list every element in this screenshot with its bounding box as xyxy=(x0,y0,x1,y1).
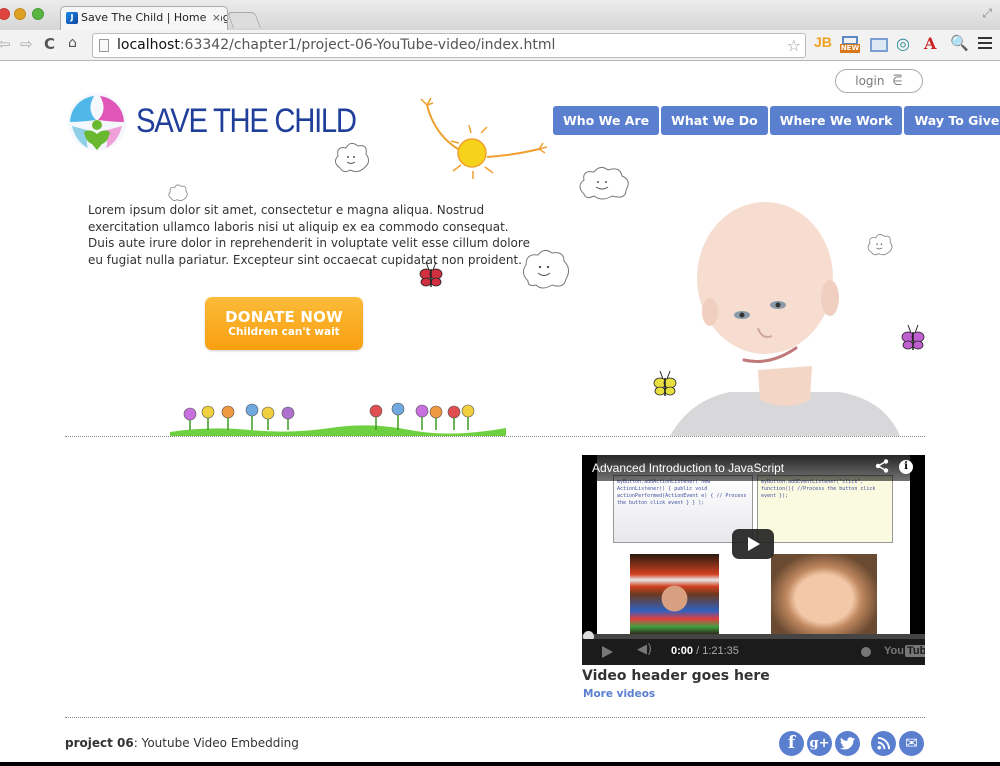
current-time: 0:00 xyxy=(671,645,694,657)
browser-tab[interactable]: J Save The Child | Home Pag × xyxy=(60,6,228,30)
login-icon: ⋶ xyxy=(892,74,903,88)
hamburger-menu-icon[interactable] xyxy=(978,37,992,52)
fullscreen-icon[interactable]: ⤢ xyxy=(982,6,992,21)
watch-later-icon[interactable] xyxy=(861,647,871,657)
video-controls: ◀) 0:00 / 1:21:35 YouTube xyxy=(582,639,925,665)
info-icon[interactable]: i xyxy=(899,460,913,474)
video-header: Video header goes here xyxy=(582,668,770,684)
minimize-window-button[interactable] xyxy=(14,8,26,20)
youtube-logo[interactable]: YouTube xyxy=(884,645,925,657)
cloud-drawing-icon xyxy=(168,184,188,201)
facebook-icon[interactable]: f xyxy=(779,731,804,756)
play-icon[interactable] xyxy=(602,646,613,658)
new-badge: NEW xyxy=(840,44,860,53)
forward-icon[interactable]: ⇨ xyxy=(20,35,33,53)
flowers-grass-drawing-icon xyxy=(170,402,506,436)
logo[interactable]: SAVE THE CHILD xyxy=(66,92,357,152)
logo-text: SAVE THE CHILD xyxy=(136,102,357,140)
volume-icon[interactable]: ◀) xyxy=(637,642,652,657)
intro-paragraph: Lorem ipsum dolor sit amet, consectetur … xyxy=(88,203,530,267)
web-page: SAVE THE CHILD login ⋶ Who We Are What W… xyxy=(0,62,1000,766)
cloud-drawing-icon xyxy=(334,142,370,173)
donate-sub-label: Children can't wait xyxy=(228,326,340,338)
login-button[interactable]: login ⋶ xyxy=(835,69,923,93)
email-icon[interactable]: ✉ xyxy=(899,731,924,756)
butterfly-purple-icon xyxy=(901,324,925,350)
url-path: :63342/chapter1/project-06-YouTube-video… xyxy=(179,37,556,53)
reload-icon[interactable]: C xyxy=(44,35,55,53)
nav-who-we-are[interactable]: Who We Are xyxy=(553,106,660,135)
url-host: localhost xyxy=(117,37,180,53)
main-nav: Who We Are What We Do Where We Work Way … xyxy=(553,106,1000,135)
zoom-window-button[interactable] xyxy=(32,8,44,20)
page-icon xyxy=(99,39,109,52)
youtube-you: You xyxy=(884,645,904,657)
video-thumbnail-child-hat xyxy=(630,554,719,635)
search-extension-icon[interactable]: 🔍 xyxy=(950,34,969,52)
picture-extension-icon[interactable] xyxy=(870,38,888,52)
acrobat-extension-icon[interactable]: A xyxy=(924,34,936,53)
play-button-large[interactable] xyxy=(732,529,774,559)
youtube-tube: Tube xyxy=(904,645,925,657)
nav-way-to-give[interactable]: Way To Give xyxy=(904,106,1000,135)
browser-toolbar: ⇦ ⇨ C ⌂ localhost:63342/chapter1/project… xyxy=(0,30,1000,61)
sun-drawing-icon xyxy=(420,97,548,179)
video-title-bar: Advanced Introduction to JavaScript i xyxy=(582,455,925,481)
project-description: : Youtube Video Embedding xyxy=(133,736,299,750)
duration: / 1:21:35 xyxy=(696,645,739,657)
donate-main-label: DONATE NOW xyxy=(225,308,343,326)
back-icon[interactable]: ⇦ xyxy=(0,35,11,53)
wave-extension-icon[interactable]: ◎ xyxy=(896,34,910,53)
footer-project-text: project 06: Youtube Video Embedding xyxy=(65,736,299,750)
favicon-icon: J xyxy=(66,12,78,24)
video-thumbnail-baby xyxy=(771,554,877,635)
nav-what-we-do[interactable]: What We Do xyxy=(661,106,768,135)
tab-close-icon[interactable]: × xyxy=(208,7,221,29)
rss-icon[interactable] xyxy=(871,731,896,756)
youtube-video-player[interactable]: myButton.addActionListener( new ActionLi… xyxy=(582,455,925,665)
new-extension-icon[interactable]: NEW xyxy=(840,34,860,54)
logo-mark-icon xyxy=(68,93,126,151)
address-bar[interactable]: localhost:63342/chapter1/project-06-YouT… xyxy=(92,33,806,58)
video-title[interactable]: Advanced Introduction to JavaScript xyxy=(592,461,784,475)
cloud-drawing-icon xyxy=(579,166,629,200)
divider xyxy=(65,717,925,718)
child-photo xyxy=(670,202,900,436)
nav-where-we-work[interactable]: Where We Work xyxy=(769,106,903,135)
share-icon[interactable] xyxy=(875,459,889,477)
home-icon[interactable]: ⌂ xyxy=(68,35,77,51)
close-window-button[interactable] xyxy=(0,8,10,20)
jetbrains-extension-icon[interactable]: JB xyxy=(814,34,832,50)
twitter-icon[interactable] xyxy=(835,731,860,756)
project-label: project 06 xyxy=(65,736,134,750)
screen-bottom-edge xyxy=(0,762,1000,766)
google-plus-icon[interactable]: g+ xyxy=(807,731,832,756)
donate-button[interactable]: DONATE NOW Children can't wait xyxy=(205,297,363,350)
browser-titlebar: J Save The Child | Home Pag × ⤢ xyxy=(0,0,1000,30)
code-snippet-right: myButton.addEventListener("click", funct… xyxy=(757,475,893,543)
tab-title: Save The Child | Home Pag xyxy=(81,11,228,24)
video-time: 0:00 / 1:21:35 xyxy=(671,645,739,657)
divider xyxy=(65,436,925,437)
more-videos-link[interactable]: More videos xyxy=(583,688,655,700)
bookmark-star-icon[interactable]: ☆ xyxy=(787,34,801,57)
new-tab-button[interactable] xyxy=(227,12,261,28)
login-label: login xyxy=(855,74,885,88)
